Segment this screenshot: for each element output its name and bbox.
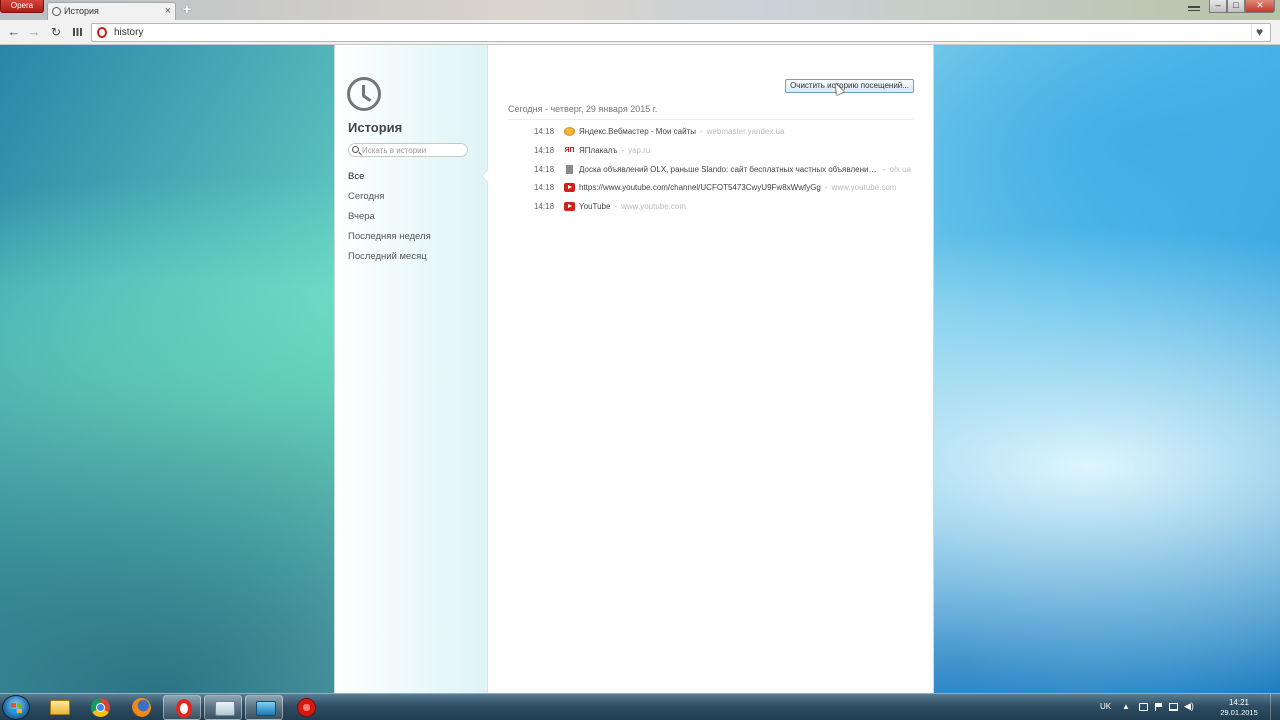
filter-last-month[interactable]: Последний месяц xyxy=(348,251,427,262)
language-indicator[interactable]: UK xyxy=(1100,702,1111,711)
entry-domain: www.youtube.com xyxy=(621,201,687,211)
filter-last-week[interactable]: Последняя неделя xyxy=(348,231,431,242)
entry-domain: www.youtube.com xyxy=(831,182,897,192)
taskbar-opera[interactable] xyxy=(163,695,201,720)
entry-domain: olx.ua xyxy=(889,164,912,174)
yap-icon: ЯП xyxy=(564,146,575,154)
yandex-icon xyxy=(564,126,575,136)
tab-history[interactable]: История × xyxy=(47,2,176,20)
opera-icon xyxy=(176,699,192,718)
opera-icon xyxy=(97,27,107,38)
history-entry[interactable]: 14:18 Яндекс.Вебмастер - Мои сайты - web… xyxy=(534,124,919,138)
taskbar-media[interactable] xyxy=(245,695,283,720)
speed-dial-button[interactable] xyxy=(69,23,87,41)
filter-yesterday[interactable]: Вчера xyxy=(348,211,375,222)
address-bar[interactable]: ♥ xyxy=(91,23,1271,42)
volume-icon[interactable]: ◀) xyxy=(1184,701,1194,711)
entry-title[interactable]: Яндекс.Вебмастер - Мои сайты xyxy=(579,127,696,136)
entry-time: 14:18 xyxy=(534,182,555,192)
entry-separator: - xyxy=(883,164,886,174)
youtube-icon xyxy=(564,182,575,192)
recorder-icon xyxy=(297,698,316,717)
history-search-input[interactable] xyxy=(362,145,464,156)
chrome-icon xyxy=(91,698,110,717)
taskbar-files[interactable] xyxy=(204,695,242,720)
entry-separator: - xyxy=(614,201,618,211)
document-icon xyxy=(566,164,573,174)
windows-logo-icon xyxy=(11,703,22,713)
tray-expand-icon[interactable]: ▲ xyxy=(1122,702,1130,711)
clear-history-button[interactable]: Очистить историю посещений... xyxy=(785,79,914,93)
opera-menu-button[interactable]: Opera xyxy=(0,0,44,13)
new-tab-button[interactable]: + xyxy=(180,1,194,19)
flag-icon[interactable] xyxy=(1155,703,1164,711)
taskbar-firefox[interactable] xyxy=(122,695,160,720)
entry-title[interactable]: https://www.youtube.com/channel/UCFOT547… xyxy=(579,183,821,192)
firefox-icon xyxy=(132,698,151,717)
taskbar: UK ▲ ◀) 14:21 29.01.2015 xyxy=(0,693,1280,720)
heart-icon[interactable]: ♥ xyxy=(1251,25,1267,40)
explorer-icon xyxy=(50,700,70,715)
search-icon xyxy=(352,146,359,153)
entry-time: 14:18 xyxy=(534,201,555,211)
entry-separator: - xyxy=(621,145,625,155)
tab-label: История xyxy=(64,6,99,16)
entry-title[interactable]: Доска объявлений OLX, раньше Slando: сай… xyxy=(579,165,879,174)
history-sidebar: История Все Сегодня Вчера Последняя неде… xyxy=(335,45,488,693)
youtube-icon xyxy=(564,201,575,211)
clock-icon xyxy=(52,7,61,16)
files-icon xyxy=(215,701,235,716)
entry-time: 14:18 xyxy=(534,126,555,136)
clock-icon xyxy=(347,77,381,111)
clock-time[interactable]: 14:21 xyxy=(1223,698,1255,707)
maximize-button[interactable]: □ xyxy=(1227,0,1245,13)
start-button[interactable] xyxy=(2,695,30,720)
page-title: История xyxy=(348,120,403,135)
history-search-box[interactable] xyxy=(348,143,468,157)
filter-all[interactable]: Все xyxy=(348,171,364,182)
back-button[interactable]: ← xyxy=(5,23,23,41)
history-entry[interactable]: 14:18 Доска объявлений OLX, раньше Sland… xyxy=(534,162,919,176)
entry-time: 14:18 xyxy=(534,164,555,174)
entry-domain: yap.ru xyxy=(628,145,651,155)
taskbar-recorder[interactable] xyxy=(287,695,325,720)
show-desktop-button[interactable] xyxy=(1270,694,1280,720)
monitor-icon[interactable] xyxy=(1139,703,1148,711)
system-tray: UK ▲ ◀) 14:21 29.01.2015 xyxy=(1100,694,1280,720)
history-page: История Все Сегодня Вчера Последняя неде… xyxy=(334,45,934,693)
entry-separator: - xyxy=(824,182,828,192)
history-entry[interactable]: 14:18 ЯП ЯПлакалъ - yap.ru xyxy=(534,143,919,157)
entry-title[interactable]: ЯПлакалъ xyxy=(579,146,617,155)
forward-button[interactable]: → xyxy=(25,23,43,41)
minimize-button[interactable]: – xyxy=(1209,0,1227,13)
entry-title[interactable]: YouTube xyxy=(579,202,610,211)
date-heading: Сегодня - четверг, 29 января 2015 г. xyxy=(508,104,913,120)
entry-separator: - xyxy=(699,126,703,136)
window-controls: – □ ✕ xyxy=(1209,0,1275,14)
tab-menu-icon[interactable] xyxy=(1188,4,1200,16)
network-icon[interactable] xyxy=(1169,703,1178,711)
history-entry[interactable]: 14:18 https://www.youtube.com/channel/UC… xyxy=(534,180,919,194)
grid-icon xyxy=(73,28,82,36)
close-window-button[interactable]: ✕ xyxy=(1245,0,1275,13)
entry-domain: webmaster.yandex.ua xyxy=(706,126,785,136)
navigation-bar: ← → ↻ ♥ xyxy=(0,20,1280,45)
address-input[interactable] xyxy=(114,25,1234,40)
media-icon xyxy=(256,701,276,716)
clock-date[interactable]: 29.01.2015 xyxy=(1217,708,1261,717)
entry-time: 14:18 xyxy=(534,145,555,155)
reload-button[interactable]: ↻ xyxy=(47,23,65,41)
filter-today[interactable]: Сегодня xyxy=(348,191,384,202)
tab-close-icon[interactable]: × xyxy=(165,3,171,20)
history-entry[interactable]: 14:18 YouTube - www.youtube.com xyxy=(534,199,919,213)
tab-bar: Opera История × + – □ ✕ xyxy=(0,0,1280,20)
taskbar-explorer[interactable] xyxy=(40,695,78,720)
taskbar-chrome[interactable] xyxy=(81,695,119,720)
